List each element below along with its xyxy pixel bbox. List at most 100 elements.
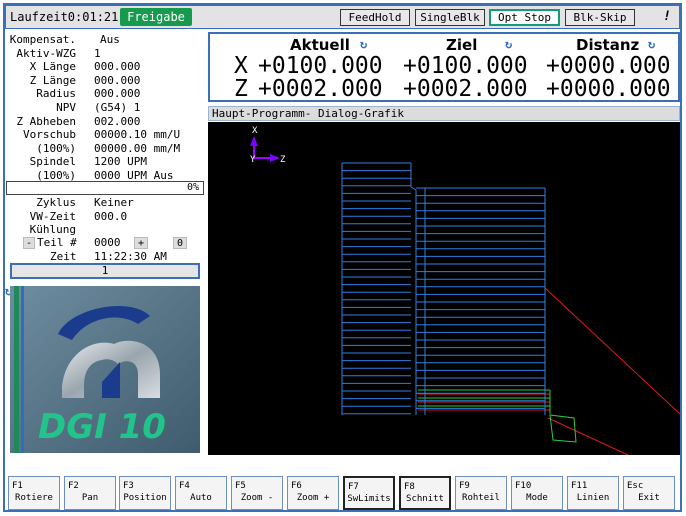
header-distanz: Distanz (576, 36, 640, 54)
z-distance-value: +0000.000 (546, 76, 671, 102)
fkey-f6-button[interactable]: F6 Zoom + (287, 476, 339, 510)
refresh-icon[interactable]: ↻ (505, 37, 512, 51)
status-label: X Länge (29, 60, 76, 74)
logo-text: DGI 10 (38, 407, 166, 447)
header-aktuell: Aktuell (290, 36, 350, 54)
program-progress-bar: 0% (6, 181, 204, 195)
fkey-label: Pan (81, 493, 99, 503)
status-label: Spindel (29, 155, 76, 169)
x-actual-value: +0100.000 (258, 53, 383, 79)
singleblock-button[interactable]: SingleBlk (415, 9, 485, 26)
z-target-value: +0002.000 (403, 76, 528, 102)
fkey-f2-button[interactable]: F2 Pan (64, 476, 116, 510)
fkey-code: F9 (459, 481, 470, 491)
status-value: 000.000 (94, 73, 141, 87)
status-label: Kompensat. (9, 33, 76, 46)
refresh-icon[interactable]: ↻ (360, 37, 367, 51)
status-value: 1 (94, 46, 101, 60)
fkey-label: Zoom - (240, 493, 274, 503)
part-count-reset-button[interactable]: 0 (173, 237, 187, 249)
fkey-label: Mode (526, 493, 548, 503)
dgi-logo: DGI 10 (10, 286, 200, 453)
cycle-value: 000.0 (94, 209, 128, 223)
cycle-value: Keiner (94, 196, 134, 209)
part-count-label: Teil # (37, 236, 77, 249)
fkey-code: F1 (12, 481, 23, 491)
fkey-f10-button[interactable]: F10 Mode (511, 476, 563, 510)
blockskip-button[interactable]: Blk-Skip (565, 9, 635, 26)
status-label: Radius (36, 87, 76, 101)
fkey-code: F6 (291, 481, 302, 491)
status-value: Aus (100, 33, 120, 46)
part-count-value: 0000 (94, 236, 121, 249)
cycle-label: VW-Zeit (29, 209, 76, 223)
refresh-icon[interactable]: ↻ (648, 37, 655, 51)
enable-status-badge: Freigabe (120, 8, 192, 26)
status-value: (G54) 1 (94, 101, 141, 114)
status-label: NPV (56, 101, 76, 114)
cycle-label: Kühlung (29, 223, 76, 236)
optstop-button[interactable]: Opt Stop (489, 9, 560, 26)
fkey-label: Rohteil (462, 493, 500, 503)
axis-z-label: Z (280, 155, 286, 165)
status-label: Z Abheben (16, 114, 76, 128)
fkey-label: Zoom + (296, 493, 330, 503)
fkey-f9-button[interactable]: F9 Rohteil (455, 476, 507, 510)
toolpath-graphic[interactable]: X Z Y (208, 122, 681, 456)
fkey-label: Exit (638, 493, 660, 503)
fkey-code: F4 (179, 481, 190, 491)
fkey-f8-button[interactable]: F8 Schnitt (399, 476, 451, 510)
progress-percent: 0% (186, 182, 199, 193)
time-label: Zeit (50, 250, 77, 263)
part-count-plus-button[interactable]: + (134, 237, 148, 249)
fkey-esc-button[interactable]: Esc Exit (623, 476, 675, 510)
cycle-label: Zyklus (36, 196, 76, 209)
fkey-code: F11 (571, 481, 588, 491)
part-count-minus-button[interactable]: - (23, 237, 35, 249)
fkey-code: F2 (68, 481, 79, 491)
fkey-code: Esc (627, 481, 644, 491)
fkey-code: F5 (235, 481, 246, 491)
status-value: 00000.00 mm/M (94, 141, 181, 155)
fkey-f3-button[interactable]: F3 Position (119, 476, 171, 510)
z-actual-value: +0002.000 (258, 76, 383, 102)
fkey-code: F3 (123, 481, 134, 491)
axis-x-label: X (252, 126, 258, 136)
fkey-code: F10 (515, 481, 532, 491)
fkey-label: Auto (190, 493, 212, 503)
z-axis-label: Z (234, 76, 248, 102)
fkey-f7-button[interactable]: F7 SwLimits (343, 476, 395, 510)
header-ziel: Ziel (446, 36, 478, 54)
x-distance-value: +0000.000 (546, 53, 671, 79)
fkey-f5-button[interactable]: F5 Zoom - (231, 476, 283, 510)
fkey-f4-button[interactable]: F4 Auto (175, 476, 227, 510)
status-value: 000.000 (94, 60, 141, 74)
fkey-label: Schnitt (406, 494, 444, 504)
fkey-label: SwLimits (347, 494, 391, 504)
cycle-counter: 1 (10, 263, 200, 279)
fkey-label: Position (123, 493, 167, 503)
view-tabs[interactable]: Haupt-Programm- Dialog-Grafik (208, 106, 680, 121)
status-label: Aktiv-WZG (16, 46, 76, 60)
time-value: 11:22:30 AM (94, 250, 167, 263)
status-label: Vorschub (23, 128, 76, 142)
fkey-label: Rotiere (15, 493, 53, 503)
x-target-value: +0100.000 (403, 53, 528, 79)
fkey-f11-button[interactable]: F11 Linien (567, 476, 619, 510)
status-value: 1200 UPM (94, 155, 147, 169)
svg-text:Y: Y (250, 155, 256, 165)
status-bar: Laufzeit0:01:21 Freigabe FeedHold Single… (5, 5, 680, 29)
fkey-code: F8 (404, 482, 415, 492)
position-display: Aktuell ↻ Ziel ↻ Distanz ↻ X +0100.000 +… (208, 32, 680, 102)
status-value: 000.000 (94, 87, 141, 101)
fkey-f1-button[interactable]: F1 Rotiere (8, 476, 60, 510)
alert-indicator: ! (663, 9, 671, 24)
status-label: (100%) (36, 141, 76, 155)
status-value: 00000.10 mm/U (94, 128, 181, 142)
status-value: 002.000 (94, 114, 141, 128)
fkey-code: F7 (348, 482, 359, 492)
x-axis-label: X (234, 53, 248, 79)
feedhold-button[interactable]: FeedHold (340, 9, 410, 26)
runtime-label: Laufzeit0:01:21 (10, 10, 119, 24)
status-label: Z Länge (29, 73, 76, 87)
